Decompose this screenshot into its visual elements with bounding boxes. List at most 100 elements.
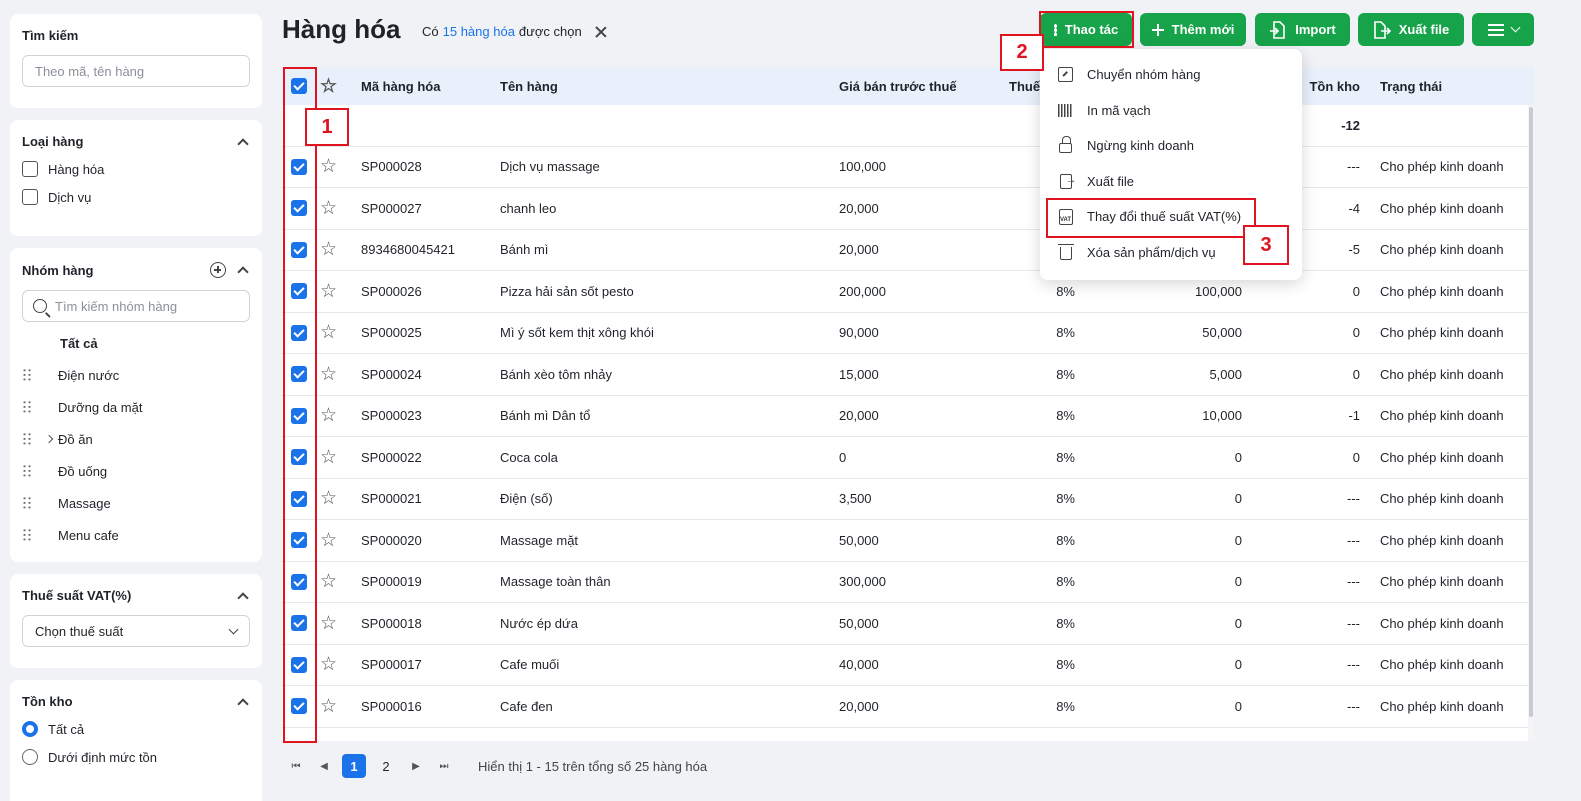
column-settings-button[interactable] [1472,13,1534,46]
type-option-service[interactable]: Dịch vụ [22,189,250,205]
col-name[interactable]: Tên hàng [500,67,558,105]
cell-price: 90,000 [839,325,879,341]
table-row[interactable]: ☆ SP000021 Điện (số) 3,500 8% 0 --- Cho phép ki… [282,479,1534,520]
page-1-button[interactable]: 1 [342,754,366,778]
star-icon[interactable]: ☆ [320,282,337,301]
table-row[interactable]: ☆ SP000018 Nước ép dứa 50,000 8% 0 --- Cho phép… [282,603,1534,645]
export-file-button[interactable]: Xuất file [1358,13,1464,46]
drag-handle-icon[interactable] [22,400,32,414]
col-code[interactable]: Mã hàng hóa [361,67,440,105]
group-item[interactable]: Massage [22,487,250,519]
cell-code: SP000023 [361,408,422,424]
import-button[interactable]: Import [1255,13,1350,46]
group-search-field[interactable] [22,290,250,322]
last-page-icon[interactable]: ⏭ [430,754,458,778]
menu-export-file[interactable]: Xuất file [1040,164,1302,200]
drag-handle-icon[interactable] [22,464,32,478]
star-icon[interactable]: ☆ [320,448,337,467]
col-status[interactable]: Trạng thái [1380,67,1442,105]
table-row[interactable]: ☆ SP000020 Massage mặt 50,000 8% 0 --- Cho phép… [282,520,1534,562]
group-search-input[interactable] [55,298,237,314]
page-2-button[interactable]: 2 [374,754,398,778]
product-search-input[interactable] [35,63,237,79]
annotation-label-2: 2 [1000,34,1044,71]
table-row[interactable]: ☆ SP000025 Mì ý sốt kem thịt xông khói 90,0… [282,313,1534,354]
star-icon[interactable]: ☆ [320,655,337,674]
drag-handle-icon[interactable] [22,496,32,510]
col-vat[interactable]: Thuế [1009,67,1040,105]
group-all[interactable]: Tất cả [60,336,250,351]
product-search-field[interactable] [22,55,250,87]
menu-move-group[interactable]: Chuyển nhóm hàng [1040,57,1302,93]
table-row[interactable]: ☆ SP000019 Massage toàn thân 300,000 8% 0 --- C… [282,562,1534,603]
radio-icon[interactable] [22,749,38,765]
star-icon[interactable]: ☆ [320,406,337,425]
lock-icon [1059,136,1072,154]
checkbox-icon[interactable] [22,189,38,205]
radio-selected-icon[interactable] [22,721,38,737]
table-row[interactable]: ☆ SP000022 Coca cola 0 8% 0 0 Cho phép kinh doa… [282,437,1534,479]
collapse-chevron-icon[interactable] [236,263,250,277]
table-row[interactable]: ☆ SP000023 Bánh mì Dân tổ 20,000 8% 10,000 -1 C… [282,396,1534,437]
selection-info: Có 15 hàng hóa được chọn [422,24,608,39]
plus-icon [1151,23,1164,36]
star-icon[interactable]: ☆ [320,572,337,591]
drag-handle-icon[interactable] [22,368,32,382]
cell-status: Cho phép kinh doanh [1380,574,1504,590]
stock-option-all[interactable]: Tất cả [22,721,250,737]
table-row[interactable]: ☆ 8934680045421 Bánh mì 20,000 -5 Cho phép ki… [282,230,1534,271]
barcode-icon [1058,103,1073,117]
group-item[interactable]: Đồ uống [22,455,250,487]
checkbox-icon[interactable] [22,161,38,177]
cell-name: Dịch vụ massage [500,159,600,175]
chevron-right-icon[interactable] [44,434,54,444]
scrollbar-thumb[interactable] [1529,107,1533,717]
cell-vat: 8% [1056,449,1075,465]
collapse-chevron-icon[interactable] [236,135,250,149]
col-price[interactable]: Giá bán trước thuế [839,67,957,105]
table-row[interactable]: ☆ SP000017 Cafe muối 40,000 8% 0 --- Cho phép k… [282,645,1534,686]
table-row[interactable]: ☆ SP000016 Cafe đen 20,000 8% 0 --- Cho phép ki… [282,686,1534,728]
first-page-icon[interactable]: ⏮ [282,754,310,778]
cell-stock: -1 [1348,408,1360,424]
table-row[interactable]: ☆ SP000024 Bánh xèo tôm nhảy 15,000 8% 5,000 0… [282,354,1534,396]
add-new-button[interactable]: Thêm mới [1140,13,1246,46]
table-row[interactable]: ☆ SP000028 Dịch vụ massage 100,000 --- Cho ph… [282,147,1534,188]
table-row[interactable]: ☆ SP000026 Pizza hải sản sốt pesto 200,000 8… [282,271,1534,313]
star-icon[interactable]: ☆ [320,77,337,96]
cell-code: SP000027 [361,200,422,216]
drag-handle-icon[interactable] [22,528,32,542]
add-group-icon[interactable] [210,262,226,278]
table-row[interactable]: ☆ SP000027 chanh leo 20,000 -4 Cho phép kinh … [282,188,1534,230]
star-icon[interactable]: ☆ [320,323,337,342]
vat-select[interactable]: Chọn thuế suất [22,615,250,647]
star-icon[interactable]: ☆ [320,531,337,550]
group-item[interactable]: Dưỡng da mặt [22,391,250,423]
star-icon[interactable]: ☆ [320,697,337,716]
star-icon[interactable]: ☆ [320,199,337,218]
star-icon[interactable]: ☆ [320,365,337,384]
product-group-title: Nhóm hàng [22,262,94,278]
prev-page-icon[interactable]: ◀ [310,754,338,778]
type-option-goods[interactable]: Hàng hóa [22,161,250,177]
star-icon[interactable]: ☆ [320,489,337,508]
collapse-chevron-icon[interactable] [236,589,250,603]
selected-count-link[interactable]: 15 hàng hóa [443,24,515,39]
trash-icon [1057,243,1074,260]
next-page-icon[interactable]: ▶ [402,754,430,778]
menu-stop-business[interactable]: Ngừng kinh doanh [1040,128,1302,164]
drag-handle-icon[interactable] [22,432,32,446]
star-icon[interactable]: ☆ [320,240,337,259]
cell-name: Bánh mì Dân tổ [500,408,591,424]
group-item[interactable]: Điện nước [22,359,250,391]
clear-selection-icon[interactable] [594,25,608,39]
group-item[interactable]: Đồ ăn [22,423,250,455]
menu-print-barcode[interactable]: In mã vạch [1040,93,1302,129]
group-item[interactable]: Menu cafe [22,519,250,551]
filter-sidebar: Tìm kiếm Loại hàng Hàng hóa Dịch vụ Nhóm… [0,0,272,801]
star-icon[interactable]: ☆ [320,614,337,633]
stock-option-below-min[interactable]: Dưới định mức tồn [22,749,250,765]
cell-code: SP000020 [361,532,422,548]
collapse-chevron-icon[interactable] [236,695,250,709]
star-icon[interactable]: ☆ [320,157,337,176]
